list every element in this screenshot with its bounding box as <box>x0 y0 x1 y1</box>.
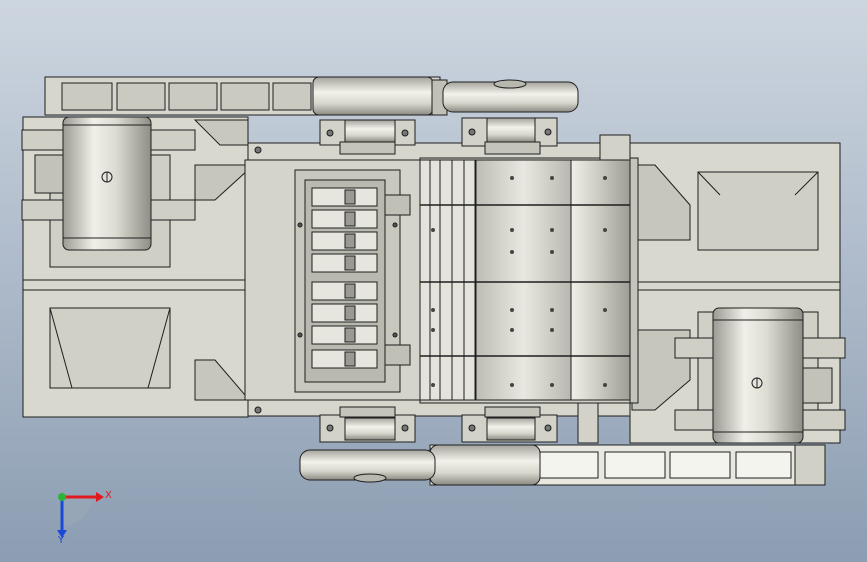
rotor-drums <box>419 134 639 444</box>
y-axis-label: Y <box>57 535 65 546</box>
cad-scene: X Y <box>0 0 867 562</box>
cad-viewport[interactable]: X Y <box>0 0 867 562</box>
z-axis-dot <box>58 493 66 501</box>
crusher-housing <box>244 146 421 414</box>
bottom-belt-guard <box>299 444 826 486</box>
x-axis-label: X <box>105 490 112 501</box>
top-belt-guard <box>44 76 579 116</box>
